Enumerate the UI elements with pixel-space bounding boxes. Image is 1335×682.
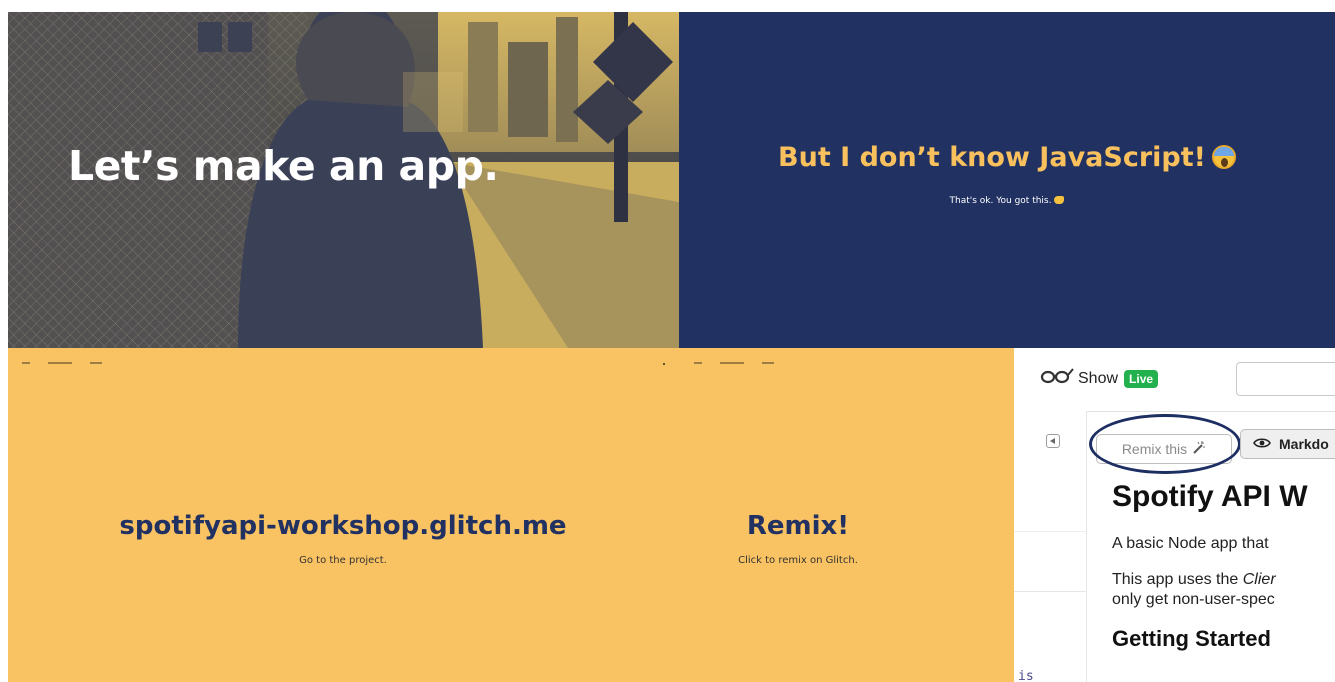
remix-block[interactable]: Remix! Click to remix on Glitch. [679, 511, 917, 566]
readme-heading: Getting Started [1112, 626, 1271, 651]
mini-nav-item [48, 362, 72, 364]
remix-title[interactable]: Remix! [679, 511, 917, 541]
mini-nav-item [720, 362, 744, 364]
editor-top-bar: Show Live [1014, 348, 1335, 412]
remix-this-label: Remix this [1121, 441, 1188, 457]
project-name-input[interactable] [1236, 362, 1335, 396]
readme-paragraph: only get non-user-spec [1112, 591, 1275, 608]
readme-paragraph: This app uses the Clier [1112, 570, 1335, 590]
sidebar-divider [1014, 591, 1086, 592]
readme-emphasis: Clier [1242, 571, 1276, 588]
slide-divider-dot [663, 363, 665, 365]
readme-title: Spotify API W [1112, 480, 1308, 513]
javascript-headline-text: But I don’t know JavaScript! [778, 142, 1206, 173]
remix-caption: Click to remix on Glitch. [738, 555, 858, 566]
reassurance-text: That's ok. You got this. [949, 196, 1052, 206]
glitch-editor-panel: Show Live is Remix this Markdo Spotify A… [1014, 348, 1335, 682]
magic-wand-icon [1192, 440, 1206, 458]
mini-nav-left [22, 362, 102, 366]
project-caption: Go to the project. [299, 555, 387, 566]
code-fragment: is [1018, 669, 1034, 682]
sidebar-divider [1014, 531, 1086, 532]
javascript-headline: But I don’t know JavaScript! [679, 142, 1335, 173]
show-button[interactable]: Show Live [1040, 368, 1159, 389]
mini-nav-right [694, 362, 774, 366]
markdown-label: Markdo [1279, 436, 1329, 452]
flexed-bicep-icon [1054, 196, 1065, 204]
mini-nav-item [762, 362, 774, 364]
slide-yellow-panel: spotifyapi-workshop.glitch.me Go to the … [8, 348, 1014, 682]
remix-this-button[interactable]: Remix this [1096, 434, 1232, 464]
mini-nav-item [22, 362, 30, 364]
editor-sidebar: is [1014, 411, 1087, 682]
slide-headline: Let’s make an app. [68, 142, 499, 190]
readme-text: This app uses the [1112, 571, 1243, 588]
project-url-title[interactable]: spotifyapi-workshop.glitch.me [8, 511, 678, 541]
mini-nav-item [694, 362, 702, 364]
screenshot-collage: Let’s make an app. But I don’t know Java… [0, 0, 1335, 682]
collapse-sidebar-icon[interactable] [1046, 434, 1060, 448]
slide-photo-panel: Let’s make an app. [8, 12, 679, 348]
mini-nav-item [90, 362, 102, 364]
scream-emoji-icon [1211, 145, 1236, 169]
slide-navy-panel: But I don’t know JavaScript! That's ok. … [679, 12, 1335, 348]
readme-preview: Spotify API W A basic Node app that This… [1086, 468, 1335, 682]
reassurance-subtitle: That's ok. You got this. [679, 196, 1335, 206]
live-badge: Live [1124, 369, 1159, 388]
project-link-block[interactable]: spotifyapi-workshop.glitch.me Go to the … [8, 511, 678, 566]
markdown-toggle-button[interactable]: Markdo [1240, 429, 1335, 459]
show-label: Show [1078, 369, 1119, 387]
readme-paragraph: A basic Node app that [1112, 535, 1269, 552]
sunglasses-icon [1040, 368, 1074, 389]
eye-icon [1253, 436, 1271, 452]
